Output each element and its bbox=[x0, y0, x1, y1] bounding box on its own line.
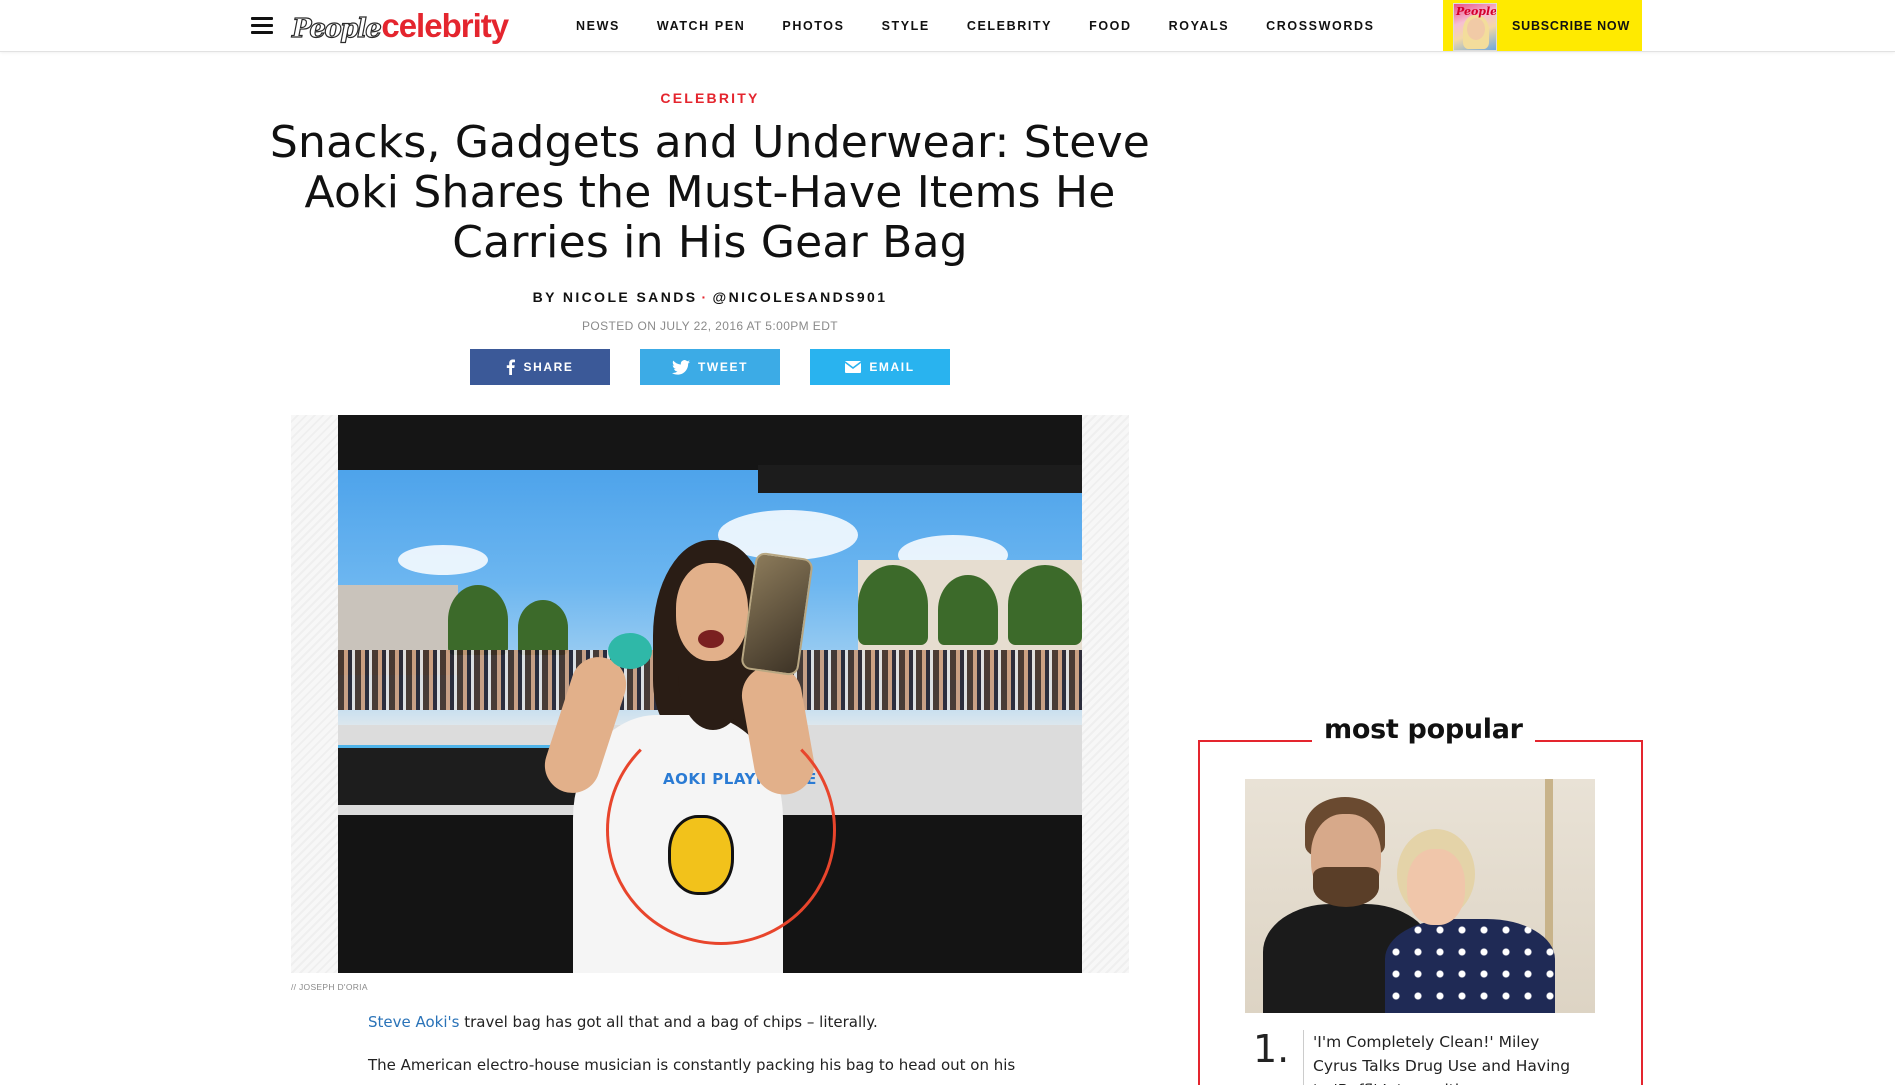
posted-date: POSTED ON JULY 22, 2016 AT 5:00PM EDT bbox=[581, 319, 838, 333]
article-paragraph-2: The American electro-house musician is c… bbox=[368, 1056, 1016, 1074]
main-nav: NEWS WATCH PEN PHOTOS STYLE CELEBRITY FO… bbox=[576, 0, 1412, 52]
magazine-cover-thumbnail: People bbox=[1453, 3, 1497, 51]
article-byline: BY NICOLE SANDS · @NICOLESANDS901 bbox=[400, 289, 1020, 305]
nav-food[interactable]: FOOD bbox=[1089, 19, 1132, 33]
subscribe-label: SUBSCRIBE NOW bbox=[1512, 18, 1631, 33]
hero-image[interactable]: AOKI PLAYHOUSE bbox=[338, 415, 1082, 973]
byline-handle[interactable]: @NICOLESANDS901 bbox=[713, 289, 888, 305]
twitter-share-button[interactable]: TWEET bbox=[640, 349, 780, 385]
most-popular-thumbnail[interactable] bbox=[1245, 779, 1595, 1013]
byline-author[interactable]: BY NICOLE SANDS bbox=[533, 289, 698, 305]
nav-celebrity[interactable]: CELEBRITY bbox=[967, 19, 1052, 33]
magazine-cover-title: People bbox=[1456, 5, 1497, 18]
article-headline: Snacks, Gadgets and Underwear: Steve Aok… bbox=[269, 117, 1151, 268]
paragraph-1-text: travel bag has got all that and a bag of… bbox=[459, 1013, 878, 1031]
hamburger-icon[interactable] bbox=[251, 17, 273, 35]
nav-watch-pen[interactable]: WATCH PEN bbox=[657, 19, 745, 33]
photo-credit: // JOSEPH D'ORIA bbox=[291, 982, 368, 992]
site-logo[interactable]: People celebrity bbox=[291, 7, 509, 45]
nav-photos[interactable]: PHOTOS bbox=[782, 19, 844, 33]
facebook-icon bbox=[506, 359, 516, 375]
most-popular-headline[interactable]: 'I'm Completely Clean!' Miley Cyrus Talk… bbox=[1313, 1030, 1583, 1085]
logo-celebrity-text: celebrity bbox=[381, 7, 509, 44]
nav-news[interactable]: NEWS bbox=[576, 19, 620, 33]
subscribe-button[interactable]: People SUBSCRIBE NOW bbox=[1443, 0, 1642, 51]
logo-people-text: People bbox=[291, 13, 382, 44]
most-popular-rank: 1. bbox=[1253, 1027, 1290, 1071]
twitter-share-label: TWEET bbox=[698, 360, 748, 374]
twitter-icon bbox=[672, 359, 690, 375]
article-paragraph-1: Steve Aoki's travel bag has got all that… bbox=[368, 1010, 1088, 1034]
most-popular-title: most popular bbox=[1312, 714, 1535, 745]
facebook-share-label: SHARE bbox=[523, 360, 574, 374]
most-popular-divider bbox=[1303, 1030, 1304, 1085]
nav-crosswords[interactable]: CROSSWORDS bbox=[1266, 19, 1374, 33]
email-share-button[interactable]: EMAIL bbox=[810, 349, 950, 385]
article-category[interactable]: CELEBRITY bbox=[400, 90, 1020, 106]
facebook-share-button[interactable]: SHARE bbox=[470, 349, 610, 385]
nav-style[interactable]: STYLE bbox=[882, 19, 930, 33]
nav-royals[interactable]: ROYALS bbox=[1169, 19, 1230, 33]
site-header: People celebrity NEWS WATCH PEN PHOTOS S… bbox=[0, 0, 1895, 52]
byline-separator: · bbox=[701, 289, 709, 305]
envelope-icon bbox=[845, 361, 862, 373]
email-share-label: EMAIL bbox=[869, 360, 915, 374]
steve-aoki-link[interactable]: Steve Aoki's bbox=[368, 1013, 459, 1031]
